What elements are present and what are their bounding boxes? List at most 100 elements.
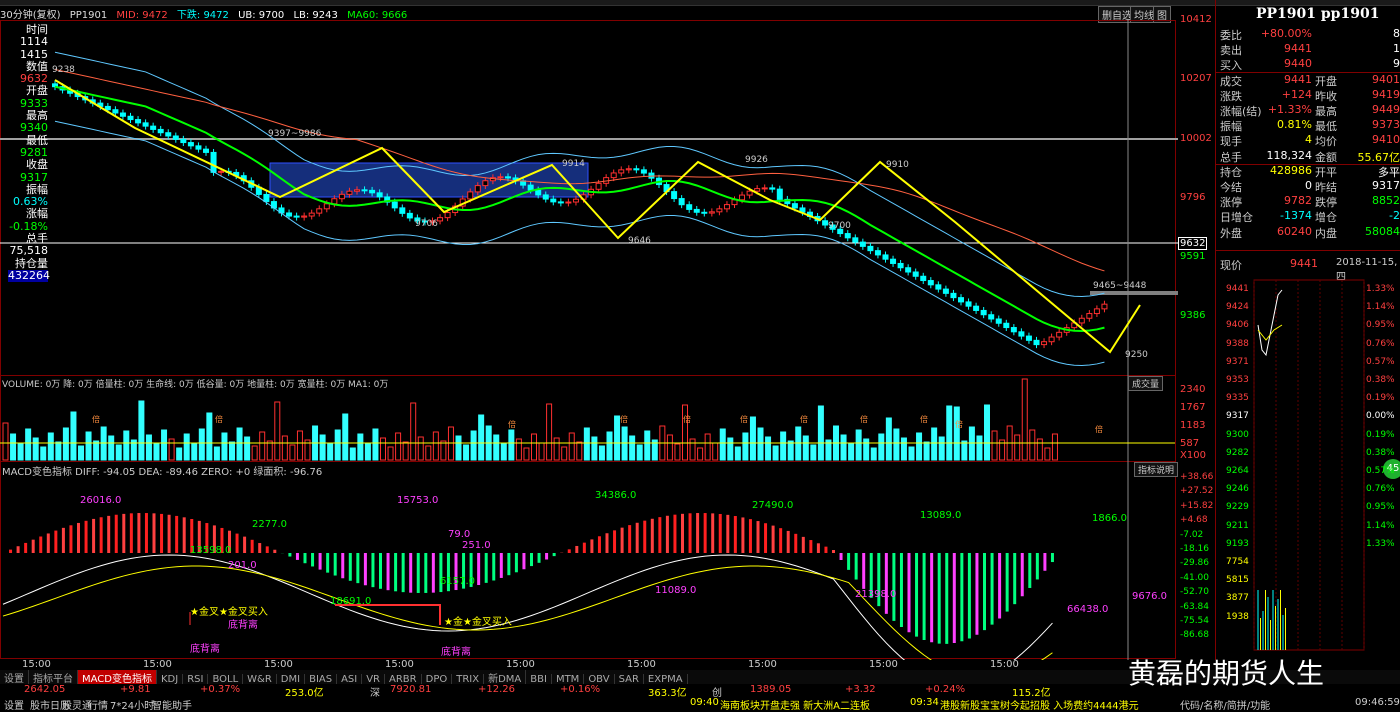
candle-body — [1026, 336, 1031, 340]
volume-bar — [811, 445, 816, 460]
volume-bar — [48, 433, 53, 460]
candle-body — [151, 126, 156, 129]
volume-bar — [569, 433, 574, 460]
mini-pct-tick: 0.76% — [1366, 484, 1395, 494]
indicator-tab[interactable]: ARBR — [385, 674, 422, 684]
candle-body — [483, 181, 488, 186]
mini-price-tick: 9388 — [1226, 339, 1249, 349]
candle-body — [558, 202, 563, 203]
quote-label: 均价 — [1315, 133, 1337, 149]
status-index-item: +0.16% — [560, 684, 600, 695]
volume-bar — [532, 434, 537, 460]
volume-bar — [781, 432, 786, 460]
indicator-tab[interactable]: BOLL — [208, 674, 243, 684]
ma60-value: MA60: 9666 — [347, 10, 407, 20]
info-bar: 30分钟(复权) PP1901 MID: 9472 下跌: 9472 UB: 9… — [0, 6, 1215, 20]
high-value: 9340 — [8, 122, 48, 134]
macd-value-label: 79.0 — [448, 529, 470, 540]
now-value: 9441 — [1290, 257, 1318, 270]
candle-body — [543, 195, 548, 199]
indicator-tab[interactable]: VR — [362, 674, 385, 684]
level-label: 9914 — [562, 159, 585, 169]
mini-price-tick: 9211 — [1226, 521, 1249, 531]
close-label: 收盘 — [8, 159, 48, 171]
quote-label: 外盘 — [1220, 225, 1242, 241]
quote-value: 9419 — [1372, 88, 1400, 101]
time-tick: 15:00 — [506, 659, 535, 670]
candle-body — [770, 188, 775, 189]
volume-bar — [750, 417, 755, 460]
indicator-tab[interactable]: 设置 — [0, 670, 29, 684]
indicator-tab[interactable]: ASI — [337, 674, 362, 684]
indicator-tab[interactable]: BIAS — [305, 674, 337, 684]
indicator-tab[interactable]: MACD变色指标 — [78, 670, 157, 684]
quote-label: 成交 — [1220, 73, 1242, 89]
quote-row: 涨跌+124昨收9419 — [1220, 88, 1400, 103]
indicator-tab[interactable]: 指标平台 — [29, 670, 78, 684]
status-news-item: 09:46:59 — [1355, 697, 1400, 708]
indicator-tab[interactable]: MTM — [552, 674, 584, 684]
volume-bar — [788, 441, 793, 460]
macd-value-label: 11089.0 — [655, 585, 696, 596]
volume-marker: 倍 — [620, 414, 628, 424]
candle-body — [959, 298, 964, 302]
candle-body — [845, 234, 850, 238]
volume-bar — [207, 413, 212, 460]
quote-label: 内盘 — [1315, 225, 1337, 241]
candle-body — [694, 209, 699, 212]
indicator-tab[interactable]: TRIX — [452, 674, 484, 684]
volume-bar — [471, 431, 476, 460]
ma-green — [55, 87, 1104, 331]
indicator-help-button[interactable]: 指标说明 — [1134, 462, 1178, 477]
volume-bar — [901, 438, 906, 460]
time-tick: 15:00 — [264, 659, 293, 670]
candle-body — [438, 218, 443, 221]
volume-bar — [116, 445, 121, 460]
quote-value: 1 — [1393, 42, 1400, 55]
quote-value: 9441 — [1284, 42, 1312, 55]
volume-bar — [267, 441, 272, 460]
volume-bar — [698, 448, 703, 460]
main-chart[interactable]: 倍倍倍倍倍倍倍倍倍倍倍 26016.013598.0201.02277.0157… — [0, 20, 1215, 660]
level-label: 9926 — [745, 155, 768, 165]
indicator-tab[interactable]: DPO — [422, 674, 453, 684]
volume-bar — [139, 401, 144, 460]
quote-row: 涨停9782跌停8852 — [1220, 194, 1400, 209]
volume-bar — [373, 429, 378, 460]
candle-body — [619, 170, 624, 173]
indicator-tab[interactable]: W&R — [243, 674, 277, 684]
indicator-tab[interactable]: DMI — [277, 674, 305, 684]
volume-marker: 倍 — [92, 414, 100, 424]
indicator-tab[interactable]: 新DMA — [484, 670, 526, 684]
volume-bar — [667, 435, 672, 460]
status-index-item: +3.32 — [845, 684, 876, 695]
mini-price-tick: 7754 — [1226, 557, 1249, 567]
candle-body — [120, 113, 125, 116]
indicator-tab[interactable]: SAR — [615, 674, 644, 684]
level-label: 9646 — [628, 236, 651, 246]
quote-label: 振幅 — [1220, 118, 1242, 134]
volume-bar — [1030, 430, 1035, 460]
indicator-tab[interactable]: RSI — [183, 674, 208, 684]
indicator-tab[interactable]: EXPMA — [644, 674, 688, 684]
quote-value: -1374 — [1280, 209, 1312, 222]
indicator-tab[interactable]: BBI — [526, 674, 552, 684]
indicator-tab[interactable]: KDJ — [157, 674, 183, 684]
candle-body — [294, 216, 299, 217]
quote-value: 9373 — [1372, 118, 1400, 131]
volume-tick: 1767 — [1180, 402, 1205, 413]
candle-body — [702, 212, 707, 213]
candle-body — [506, 177, 511, 178]
candle-body — [943, 289, 948, 293]
mini-price-tick: 9371 — [1226, 357, 1249, 367]
quote-value: 9 — [1393, 57, 1400, 70]
quote-label: 开平 — [1315, 164, 1337, 180]
level-label: 9397~9986 — [268, 129, 322, 139]
indicator-tab[interactable]: OBV — [584, 674, 614, 684]
macd-value-label: 21398.0 — [855, 589, 896, 600]
period-label[interactable]: 30分钟(复权) — [0, 10, 61, 20]
quote-row: 卖出94411 — [1220, 42, 1400, 57]
volume-bar — [358, 434, 363, 460]
volume-bar — [917, 433, 922, 460]
volume-button[interactable]: 成交量 — [1128, 376, 1163, 391]
